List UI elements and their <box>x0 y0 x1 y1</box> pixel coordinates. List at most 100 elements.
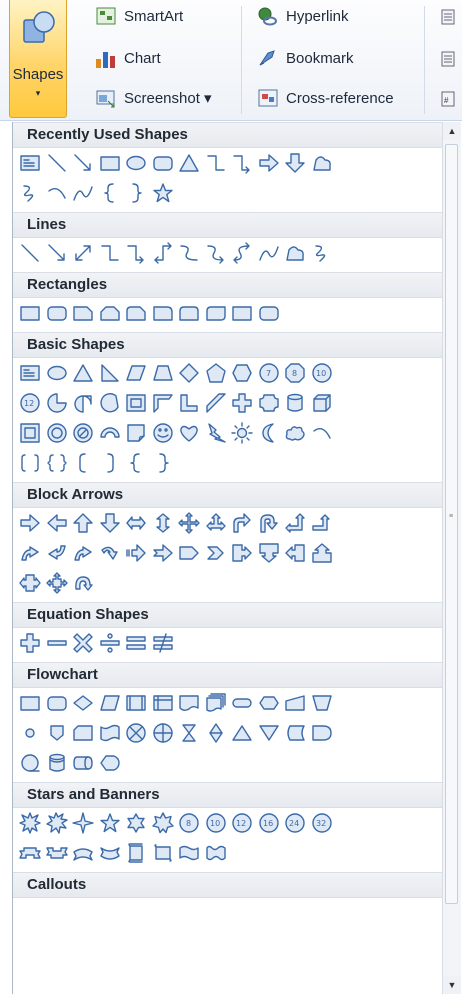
snip2-shape-icon[interactable] <box>97 300 123 326</box>
wave-shape-icon[interactable] <box>176 840 202 866</box>
summing-shape-icon[interactable] <box>123 720 149 746</box>
not-equal-shape-icon[interactable] <box>150 630 176 656</box>
no-symbol-shape-icon[interactable] <box>70 420 96 446</box>
round1-shape-icon[interactable] <box>150 300 176 326</box>
star10-shape-icon[interactable]: 10 <box>203 810 229 836</box>
decision-shape-icon[interactable] <box>70 690 96 716</box>
curved-up-shape-icon[interactable] <box>70 540 96 566</box>
dodecagon-shape-icon[interactable]: 12 <box>17 390 43 416</box>
left-brace-shape-icon[interactable] <box>123 450 149 476</box>
trapezoid-shape-icon[interactable] <box>150 360 176 386</box>
left-arrow-shape-icon[interactable] <box>44 510 70 536</box>
down-arrow-shape-icon[interactable] <box>97 510 123 536</box>
round-diag-shape-icon[interactable] <box>203 300 229 326</box>
plus-shape-icon[interactable] <box>17 630 43 656</box>
l-shape-shape-icon[interactable] <box>176 390 202 416</box>
delay-shape-icon[interactable] <box>309 720 335 746</box>
scroll-down-button[interactable]: ▼ <box>443 976 461 994</box>
left-right-arrow-shape-icon[interactable] <box>123 510 149 536</box>
star16-shape-icon[interactable]: 16 <box>256 810 282 836</box>
punched-tape-shape-icon[interactable] <box>97 720 123 746</box>
multidoc-shape-icon[interactable] <box>203 690 229 716</box>
round2-shape-icon[interactable] <box>176 300 202 326</box>
rect-shape-icon[interactable] <box>17 300 43 326</box>
bracket-pair-shape-icon[interactable] <box>17 450 43 476</box>
terminator-shape-icon[interactable] <box>229 690 255 716</box>
process-shape-icon[interactable] <box>17 690 43 716</box>
magnetic-disk-shape-icon[interactable] <box>44 750 70 776</box>
curved-left-shape-icon[interactable] <box>44 540 70 566</box>
left-right-up-shape-icon[interactable] <box>203 510 229 536</box>
right-arrow-shape-icon[interactable] <box>17 510 43 536</box>
screenshot-button[interactable]: Screenshot ▾ <box>94 84 212 112</box>
curved-right-shape-icon[interactable] <box>17 540 43 566</box>
star24-shape-icon[interactable]: 24 <box>282 810 308 836</box>
seq-access-shape-icon[interactable] <box>17 750 43 776</box>
smiley-shape-icon[interactable] <box>150 420 176 446</box>
bent-up-arrow-shape-icon[interactable] <box>309 510 335 536</box>
star32-shape-icon[interactable]: 32 <box>309 810 335 836</box>
elbow-arrow-shape-icon[interactable] <box>229 150 255 176</box>
right-callout-shape-icon[interactable] <box>229 540 255 566</box>
right-arrow-shape-icon[interactable] <box>256 150 282 176</box>
cloud-shape-icon[interactable] <box>282 420 308 446</box>
freeform-shape-icon[interactable] <box>282 240 308 266</box>
collate-shape-icon[interactable] <box>176 720 202 746</box>
extract-shape-icon[interactable] <box>229 720 255 746</box>
donut-shape-icon[interactable] <box>44 420 70 446</box>
can-shape-icon[interactable] <box>282 390 308 416</box>
equal-shape-icon[interactable] <box>123 630 149 656</box>
stored-data-shape-icon[interactable] <box>282 720 308 746</box>
chevron-shape-icon[interactable] <box>203 540 229 566</box>
offpage-shape-icon[interactable] <box>44 720 70 746</box>
textbox-shape-icon[interactable] <box>17 360 43 386</box>
down-callout-shape-icon[interactable] <box>256 540 282 566</box>
cube-shape-icon[interactable] <box>309 390 335 416</box>
curved-ribbon-down-shape-icon[interactable] <box>97 840 123 866</box>
direct-access-shape-icon[interactable] <box>70 750 96 776</box>
circular-arrow-shape-icon[interactable] <box>70 570 96 596</box>
scribble-shape-icon[interactable] <box>17 180 43 206</box>
star7-shape-icon[interactable] <box>150 810 176 836</box>
cross-reference-button[interactable]: Cross-reference <box>256 84 394 112</box>
cross-shape-icon[interactable] <box>229 390 255 416</box>
rounded-rect-shape-icon[interactable] <box>44 300 70 326</box>
left-right-callout-shape-icon[interactable] <box>17 570 43 596</box>
plaque-shape-icon[interactable] <box>256 390 282 416</box>
left-callout-shape-icon[interactable] <box>282 540 308 566</box>
display-shape-icon[interactable] <box>97 750 123 776</box>
diamond-shape-icon[interactable] <box>176 360 202 386</box>
rect-shape-icon[interactable] <box>97 150 123 176</box>
curve-shape-icon[interactable] <box>256 240 282 266</box>
left-up-arrow-shape-icon[interactable] <box>282 510 308 536</box>
explosion1-shape-icon[interactable] <box>17 810 43 836</box>
star5-shape-icon[interactable] <box>150 180 176 206</box>
preparation-shape-icon[interactable] <box>256 690 282 716</box>
manual-input-shape-icon[interactable] <box>282 690 308 716</box>
brace-pair-shape-icon[interactable] <box>44 450 70 476</box>
oval-shape-icon[interactable] <box>123 150 149 176</box>
line-shape-icon[interactable] <box>17 240 43 266</box>
star6-shape-icon[interactable] <box>123 810 149 836</box>
rounded-rect-shape-icon[interactable] <box>150 150 176 176</box>
scribble-shape-icon[interactable] <box>309 240 335 266</box>
arrow-line-shape-icon[interactable] <box>70 150 96 176</box>
sort-shape-icon[interactable] <box>203 720 229 746</box>
teardrop-shape-icon[interactable] <box>70 390 96 416</box>
right-brace-shape-icon[interactable] <box>150 450 176 476</box>
divide-shape-icon[interactable] <box>97 630 123 656</box>
snip-round-shape-icon[interactable] <box>123 300 149 326</box>
gallery-scrollbar[interactable]: ▲ ≡ ▼ <box>442 122 461 994</box>
card-shape-icon[interactable] <box>70 720 96 746</box>
explosion2-shape-icon[interactable] <box>44 810 70 836</box>
freeform-shape-icon[interactable] <box>309 150 335 176</box>
elbow-shape-icon[interactable] <box>97 240 123 266</box>
pentagon-shape-icon[interactable] <box>203 360 229 386</box>
double-wave-shape-icon[interactable] <box>203 840 229 866</box>
smartart-button[interactable]: SmartArt <box>94 2 183 30</box>
right-brace-shape-icon[interactable] <box>123 180 149 206</box>
star4-shape-icon[interactable] <box>70 810 96 836</box>
decagon-shape-icon[interactable]: 10 <box>309 360 335 386</box>
data-shape-icon[interactable] <box>97 690 123 716</box>
horizontal-scroll-shape-icon[interactable] <box>150 840 176 866</box>
